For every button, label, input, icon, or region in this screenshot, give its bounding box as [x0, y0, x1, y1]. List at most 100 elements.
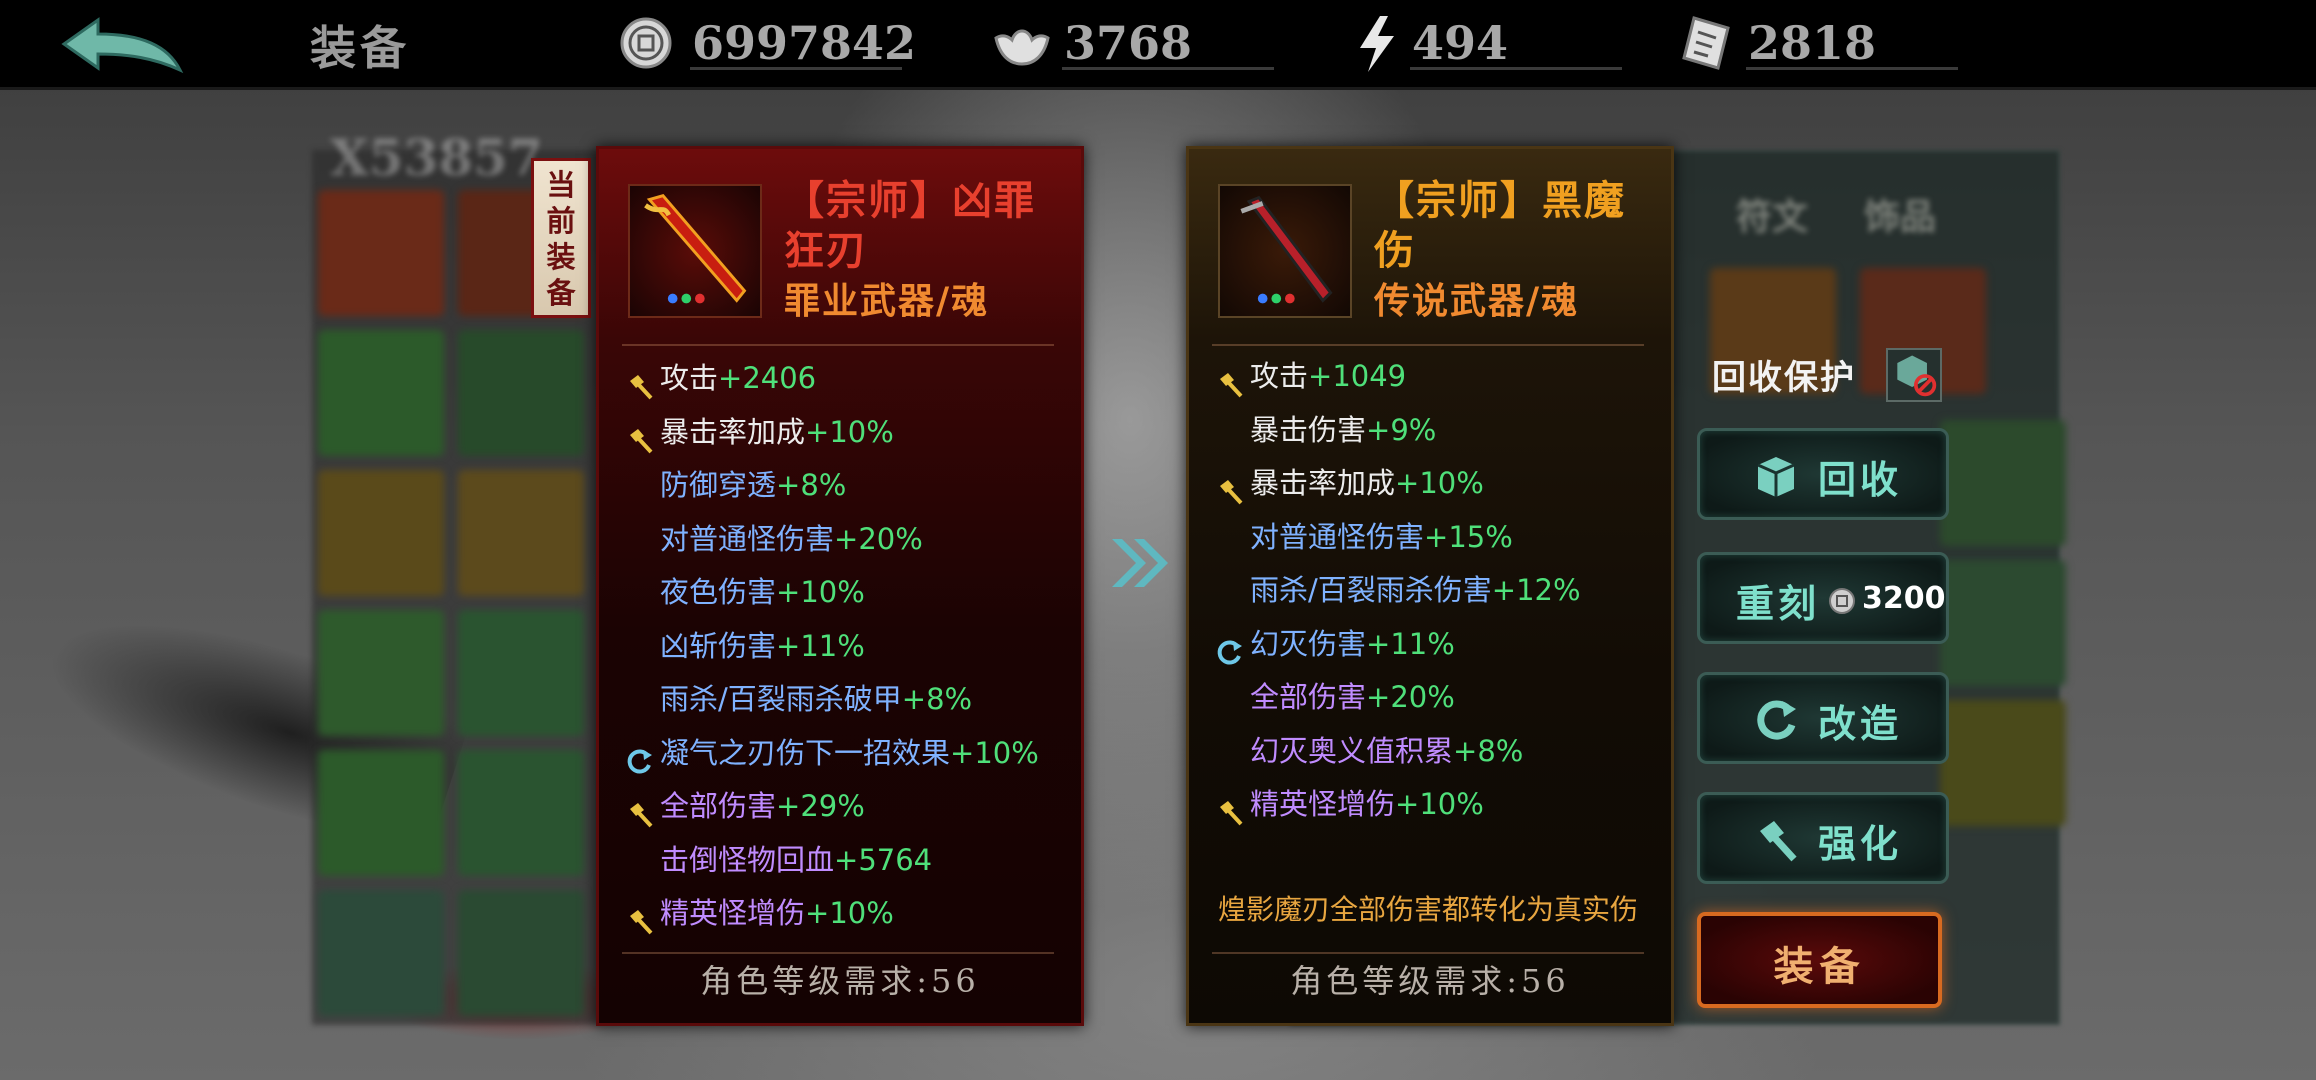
tickets-value: 2818 [1748, 16, 1877, 70]
strengthen-button[interactable]: 强化 [1697, 792, 1949, 884]
tab-accessories[interactable]: 饰品 [1864, 188, 1936, 240]
inventory-slot[interactable] [1940, 560, 2066, 686]
stat-label: 凶斩伤害 [660, 628, 777, 663]
ingot-icon [994, 29, 1050, 66]
tag-char: 备 [546, 276, 576, 310]
tag-char: 当 [546, 168, 576, 202]
hammer-icon [1216, 791, 1244, 826]
inventory-slot[interactable] [458, 610, 584, 736]
stat-value: +10% [1395, 466, 1484, 500]
stat-value: +15% [1424, 519, 1513, 554]
stat-value: +10% [776, 575, 865, 609]
inventory-count: X53857 [330, 128, 543, 187]
recycle-protect-label: 回收保护 [1712, 358, 1856, 398]
modify-label: 改造 [1818, 701, 1903, 746]
stat-row: 雨杀/百裂雨杀伤害+12% [1216, 564, 1656, 618]
reforge-label: 重刻 [1736, 581, 1821, 626]
hammer-icon [626, 793, 654, 828]
stat-row: 攻击+1049 [1216, 350, 1656, 404]
stat-value: +1049 [1308, 359, 1407, 393]
inventory-slot[interactable] [458, 750, 584, 876]
sword-icon [644, 194, 747, 304]
stat-label: 暴击伤害 [1250, 412, 1367, 447]
current-item-type: 罪业武器/魂 [784, 280, 990, 322]
stat-label: 幻灭奥义值积累 [1250, 733, 1454, 768]
inventory-slot[interactable] [458, 330, 584, 456]
tag-char: 装 [546, 240, 576, 274]
tab-runes[interactable]: 符文 [1736, 188, 1808, 240]
equip-button[interactable]: 装备 [1697, 912, 1942, 1008]
stat-label: 暴击率加成 [660, 414, 806, 449]
stat-value: +2406 [718, 361, 817, 395]
stat-value: +8% [776, 468, 847, 502]
stat-row: 幻灭奥义值积累+8% [1216, 725, 1656, 779]
stat-label: 凝气之刃伤下一招效果 [660, 735, 951, 770]
stat-label: 对普通怪伤害 [1250, 519, 1425, 554]
scroll-ticket-icon [1682, 16, 1730, 70]
inventory-slot[interactable] [318, 890, 444, 1016]
stat-value: +8% [1453, 733, 1524, 768]
stat-value: +10% [950, 735, 1039, 770]
stat-label: 防御穿透 [660, 468, 777, 502]
stat-label: 暴击率加成 [1250, 466, 1396, 500]
current-item-icon [628, 184, 762, 318]
title-line2: 狂刃 [784, 227, 868, 274]
reforge-button[interactable]: 重刻 3200 [1697, 552, 1949, 644]
modify-button[interactable]: 改造 [1697, 672, 1949, 764]
lightning-icon [1360, 16, 1394, 72]
refresh-icon [1757, 700, 1796, 740]
inventory-slot[interactable] [318, 470, 444, 596]
stat-value: +20% [834, 521, 923, 556]
equip-label: 装备 [1773, 943, 1866, 990]
stat-value: +10% [1395, 787, 1484, 821]
inventory-slot[interactable] [1940, 420, 2066, 546]
new-item-card: 【宗师】黑魔 伤 传说武器/魂 攻击+1049 暴击伤害+9% 暴击率加成+10% 对… [1186, 146, 1674, 1026]
hammer-icon [626, 419, 654, 453]
inventory-slot[interactable] [458, 470, 584, 596]
back-arrow-icon[interactable] [58, 14, 186, 76]
coin-icon [1829, 588, 1855, 614]
title-line1: 【宗师】黑魔 [1374, 177, 1626, 224]
inventory-slot[interactable] [318, 610, 444, 736]
compare-arrow-icon [1112, 539, 1168, 587]
inventory-slot[interactable] [318, 330, 444, 456]
stat-row: 对普通怪伤害+20% [626, 513, 1066, 567]
inventory-slot[interactable] [1940, 700, 2066, 826]
stat-label: 击倒怪物回血 [660, 842, 835, 877]
inventory-slot[interactable] [318, 190, 444, 316]
hammer-icon [1216, 470, 1244, 505]
top-bar: 装备 6997842 3768 494 2818 [0, 0, 2316, 90]
current-stats-list: 攻击+2406 暴击率加成+10% 防御穿透+8% 对普通怪伤害+20% 夜色伤害+10… [626, 352, 1066, 941]
stat-row: 幻灭伤害+11% [1216, 618, 1656, 672]
divider [1212, 344, 1644, 346]
stat-row: 全部伤害+20% [1216, 671, 1656, 725]
stat-row: 夜色伤害+10% [626, 566, 1066, 620]
divider [1212, 952, 1644, 954]
recycle-button[interactable]: 回收 [1697, 428, 1949, 520]
new-requirement: 角色等级需求:56 [1290, 962, 1570, 1000]
stat-value: +12% [1491, 573, 1581, 607]
stat-value: +9% [1366, 412, 1437, 447]
title-line1: 【宗师】凶罪 [784, 177, 1036, 224]
stat-row: 攻击+2406 [626, 352, 1066, 406]
stat-row: 对普通怪伤害+15% [1216, 511, 1656, 565]
stat-label: 全部伤害 [1250, 680, 1367, 714]
recycle-label: 回收 [1818, 457, 1903, 502]
stat-row: 防御穿透+8% [626, 459, 1066, 513]
stat-value: +5764 [834, 842, 933, 877]
stat-row: 全部伤害+29% [626, 780, 1066, 834]
current-equipped-tag: 当 前 装 备 [531, 158, 591, 318]
ingots-underline [1062, 67, 1274, 70]
inventory-slot[interactable] [458, 890, 584, 1016]
stat-row: 雨杀/百裂雨杀破甲+8% [626, 673, 1066, 727]
inventory-slot[interactable] [318, 750, 444, 876]
stat-label: 全部伤害 [660, 789, 777, 823]
page-title: 装备 [310, 21, 410, 75]
current-item-card: 【宗师】凶罪 狂刃 罪业武器/魂 攻击+2406 暴击率加成 +10% 防御穿透+8%… [596, 146, 1084, 1026]
stat-label: 对普通怪伤害 [660, 521, 835, 556]
protect-disabled-icon [1897, 355, 1937, 397]
stat-label: 雨杀/百裂雨杀破甲 [660, 682, 902, 716]
recycle-protect-toggle[interactable] [1886, 348, 1942, 402]
divider [622, 344, 1054, 346]
current-item-title: 【宗师】凶罪 狂刃 [784, 176, 1084, 276]
